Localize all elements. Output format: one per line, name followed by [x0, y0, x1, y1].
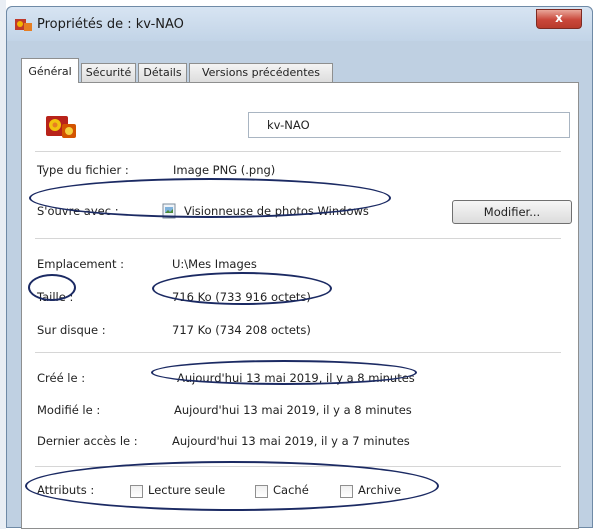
- last-accessed-label: Dernier accès le :: [37, 434, 138, 448]
- tab-previous-versions[interactable]: Versions précédentes: [189, 63, 333, 82]
- window-title: Propriétés de : kv-NAO: [37, 17, 184, 32]
- read-only-checkbox[interactable]: [130, 485, 143, 498]
- modify-button[interactable]: Modifier...: [452, 200, 572, 224]
- separator: [35, 151, 561, 152]
- hidden-label: Caché: [273, 483, 309, 497]
- general-tab-panel: Type du fichier : Image PNG (.png) S'ouv…: [21, 82, 579, 529]
- separator: [35, 238, 561, 239]
- tab-details[interactable]: Détails: [138, 63, 187, 82]
- size-value: 716 Ko (733 916 octets): [172, 290, 311, 304]
- last-accessed-value: Aujourd'hui 13 mai 2019, il y a 7 minute…: [172, 434, 410, 448]
- photo-viewer-icon: [162, 203, 176, 219]
- created-value: Aujourd'hui 13 mai 2019, il y a 8 minute…: [177, 371, 415, 385]
- modified-label: Modifié le :: [37, 403, 101, 417]
- attributes-label: Attributs :: [37, 483, 95, 497]
- separator: [35, 466, 561, 467]
- properties-app-icon: [15, 19, 32, 31]
- hidden-checkbox[interactable]: [255, 485, 268, 498]
- file-type-value: Image PNG (.png): [173, 163, 276, 177]
- created-label: Créé le :: [37, 371, 86, 385]
- modified-value: Aujourd'hui 13 mai 2019, il y a 8 minute…: [174, 403, 412, 417]
- properties-dialog: Propriétés de : kv-NAO x Général Sécurit…: [6, 6, 593, 529]
- size-on-disk-label: Sur disque :: [37, 323, 106, 337]
- location-value: U:\Mes Images: [172, 257, 257, 271]
- title-bar[interactable]: Propriétés de : kv-NAO x: [7, 7, 592, 41]
- read-only-label: Lecture seule: [148, 483, 226, 497]
- close-icon: x: [555, 11, 563, 25]
- tab-security[interactable]: Sécurité: [81, 63, 136, 82]
- archive-label: Archive: [358, 483, 402, 497]
- close-button[interactable]: x: [536, 9, 582, 29]
- opens-with-label: S'ouvre avec :: [37, 204, 119, 218]
- size-label: Taille :: [37, 290, 74, 304]
- opens-with-value: Visionneuse de photos Windows: [184, 204, 369, 218]
- file-type-label: Type du fichier :: [37, 163, 129, 177]
- size-on-disk-value: 717 Ko (734 208 octets): [172, 323, 311, 337]
- archive-checkbox[interactable]: [340, 485, 353, 498]
- tab-general[interactable]: Général: [21, 58, 79, 83]
- png-image-file-icon: [46, 116, 76, 138]
- separator: [35, 352, 561, 353]
- location-label: Emplacement :: [37, 257, 125, 271]
- file-name-input[interactable]: [248, 112, 570, 138]
